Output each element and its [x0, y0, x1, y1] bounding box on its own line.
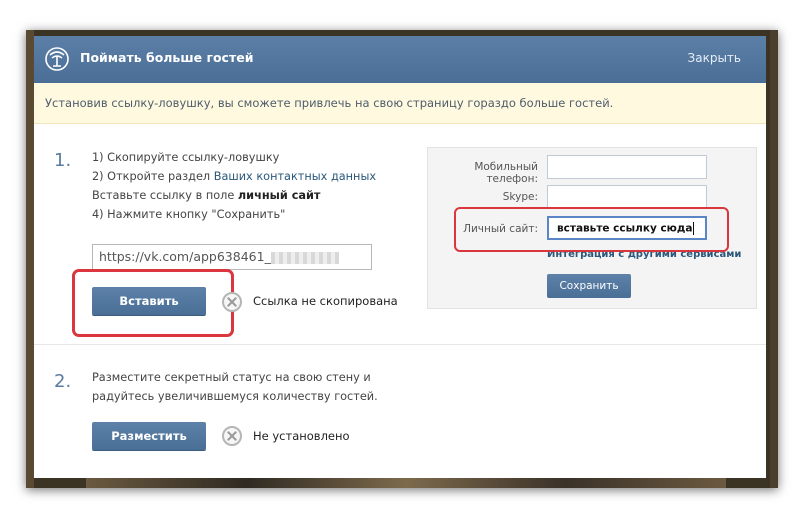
step2-line1: Разместите секретный статус на свою стен…	[92, 371, 371, 384]
trap-link-value: https://vk.com/app638461_	[99, 249, 271, 264]
blurred-id	[270, 251, 339, 264]
step2-number: 2.	[54, 371, 72, 392]
section-divider	[34, 344, 766, 345]
not-installed-icon	[222, 426, 242, 446]
step1-number: 1.	[54, 150, 72, 171]
insert-button[interactable]: Вставить	[92, 287, 206, 315]
backdrop-edge-bottom	[86, 478, 726, 488]
step1-instructions: 1) Скопируйте ссылку-ловушку 2) Откройте…	[92, 148, 376, 224]
step1-line1: 1) Скопируйте ссылку-ловушку	[92, 151, 280, 164]
notice-text: Установив ссылку-ловушку, вы сможете при…	[45, 96, 614, 110]
step2-line2: радуйтесь увеличившемуся количеству гост…	[92, 390, 378, 403]
modal-header: Поймать больше гостей Закрыть	[34, 36, 766, 83]
install-status-text: Не установлено	[253, 429, 350, 443]
highlight-site-field	[454, 207, 729, 252]
close-link[interactable]: Закрыть	[688, 51, 741, 65]
info-notice: Установив ссылку-ловушку, вы сможете при…	[34, 83, 766, 124]
modal-dialog: Поймать больше гостей Закрыть Установив …	[34, 36, 766, 478]
contact-data-link[interactable]: Ваших контактных данных	[214, 170, 376, 183]
trap-link-input[interactable]: https://vk.com/app638461_	[92, 244, 372, 270]
step1-line3-prefix: Вставьте ссылку в поле	[92, 189, 238, 202]
backdrop-edge-right	[770, 30, 778, 488]
app-logo-icon	[45, 47, 69, 71]
place-button[interactable]: Разместить	[92, 422, 206, 450]
not-copied-icon	[222, 292, 242, 312]
phone-label: Мобильный телефон:	[474, 161, 538, 185]
copy-status-text: Ссылка не скопирована	[253, 294, 398, 308]
step1-line4: 4) Нажмите кнопку "Сохранить"	[92, 208, 286, 221]
skype-label: Skype:	[502, 191, 538, 203]
backdrop-edge-left	[26, 30, 34, 488]
skype-field[interactable]	[547, 185, 707, 209]
step2-instructions: Разместите секретный статус на свою стен…	[92, 368, 378, 406]
phone-field[interactable]	[547, 155, 707, 179]
step1-line2-prefix: 2) Откройте раздел	[92, 170, 214, 183]
step1-line3: Вставьте ссылку в поле личный сайт	[92, 186, 376, 205]
step1-line2: 2) Откройте раздел Ваших контактных данн…	[92, 167, 376, 186]
save-button[interactable]: Сохранить	[547, 274, 631, 298]
modal-title: Поймать больше гостей	[80, 50, 254, 65]
step1-line3-bold: личный сайт	[237, 189, 321, 202]
